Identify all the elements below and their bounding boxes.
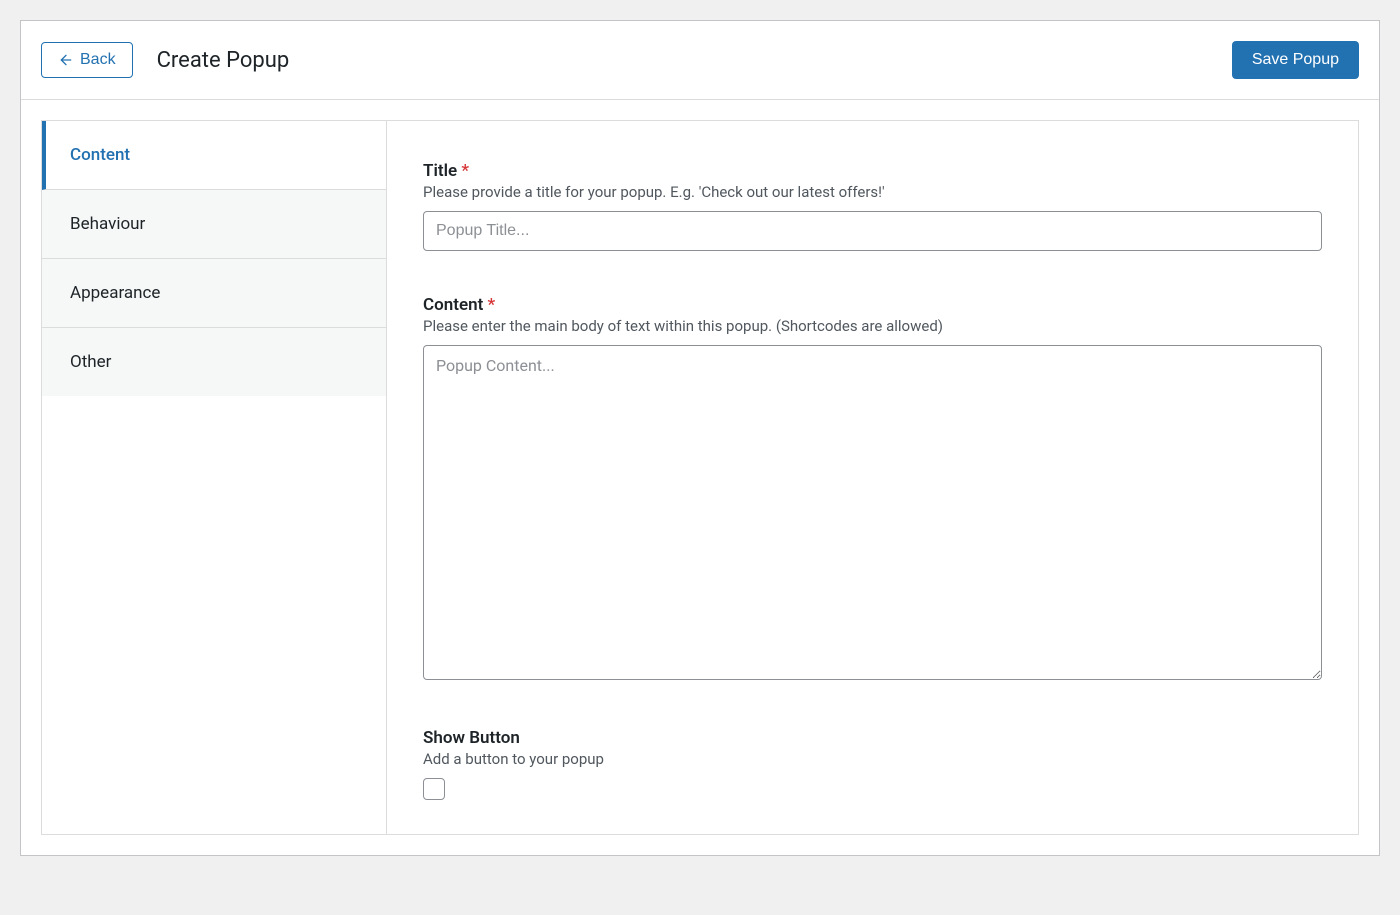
content-label-text: Content bbox=[423, 295, 483, 315]
tab-content[interactable]: Content bbox=[42, 121, 386, 190]
header-bar: Back Create Popup Save Popup bbox=[21, 21, 1379, 100]
content-textarea[interactable] bbox=[423, 345, 1322, 680]
content-label: Content * bbox=[423, 295, 1322, 315]
content-description: Please enter the main body of text withi… bbox=[423, 317, 1322, 335]
page-title: Create Popup bbox=[157, 48, 290, 73]
show-button-label: Show Button bbox=[423, 728, 1322, 748]
field-show-button: Show Button Add a button to your popup bbox=[423, 728, 1322, 804]
content-pane: Title * Please provide a title for your … bbox=[386, 120, 1359, 835]
save-button[interactable]: Save Popup bbox=[1232, 41, 1359, 79]
field-content: Content * Please enter the main body of … bbox=[423, 295, 1322, 684]
editor-body: Content Behaviour Appearance Other Title… bbox=[21, 100, 1379, 855]
required-mark: * bbox=[488, 295, 496, 315]
title-label-text: Title bbox=[423, 161, 457, 181]
title-description: Please provide a title for your popup. E… bbox=[423, 183, 1322, 201]
show-button-description: Add a button to your popup bbox=[423, 750, 1322, 768]
tab-behaviour[interactable]: Behaviour bbox=[42, 190, 386, 259]
title-input[interactable] bbox=[423, 211, 1322, 251]
title-label: Title * bbox=[423, 161, 1322, 181]
arrow-left-icon bbox=[58, 52, 74, 68]
field-title: Title * Please provide a title for your … bbox=[423, 161, 1322, 251]
back-button-label: Back bbox=[80, 51, 116, 69]
sidebar-tabs: Content Behaviour Appearance Other bbox=[41, 120, 386, 835]
show-button-checkbox[interactable] bbox=[423, 778, 445, 800]
tab-appearance[interactable]: Appearance bbox=[42, 259, 386, 328]
tab-other[interactable]: Other bbox=[42, 328, 386, 396]
popup-editor-panel: Back Create Popup Save Popup Content Beh… bbox=[20, 20, 1380, 856]
back-button[interactable]: Back bbox=[41, 42, 133, 78]
required-mark: * bbox=[461, 161, 469, 181]
header-left: Back Create Popup bbox=[41, 42, 289, 78]
